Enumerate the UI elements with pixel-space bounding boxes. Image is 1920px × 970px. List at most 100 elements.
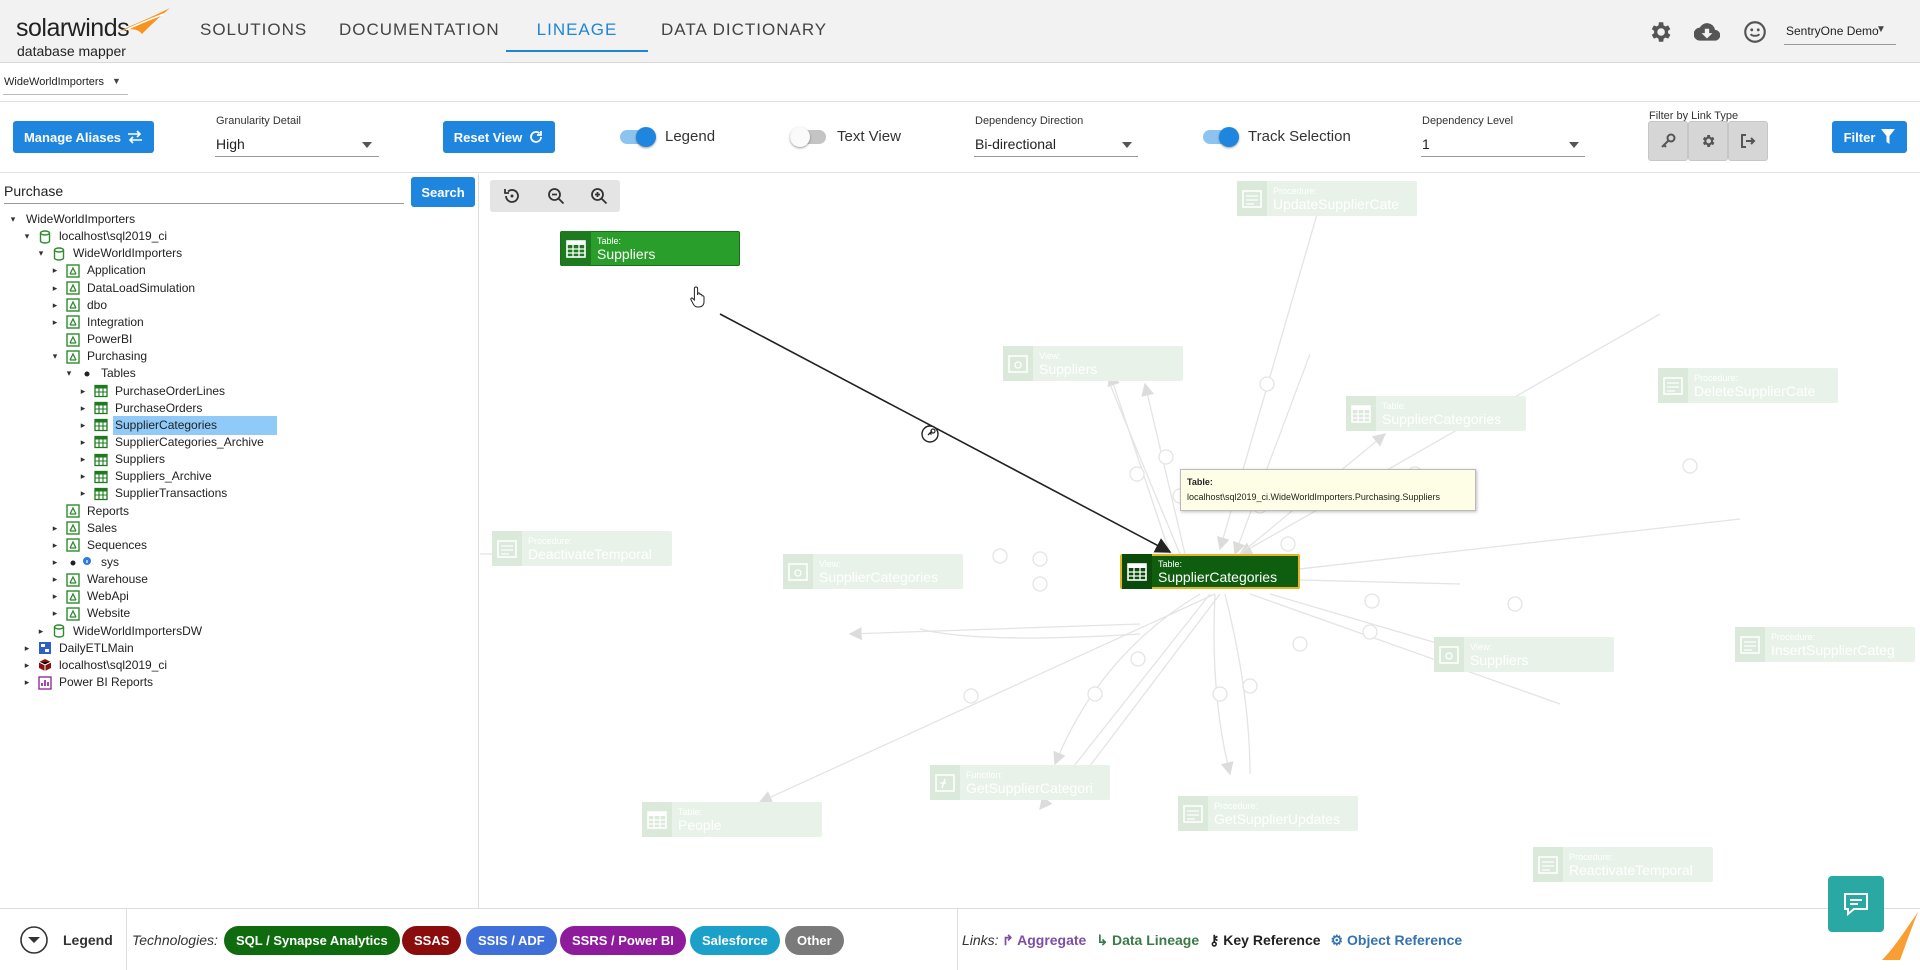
text-view-toggle[interactable]	[790, 127, 826, 147]
caret-closed-icon[interactable]: ▸	[78, 471, 88, 482]
node-insert-supplier-cat[interactable]: Procedure: InsertSupplierCateg	[1735, 627, 1915, 662]
node-get-supplier-categ[interactable]: Function: GetSupplierCategori	[930, 765, 1110, 800]
chevron-down-icon[interactable]: ▼	[1876, 24, 1886, 35]
caret-closed-icon[interactable]: ▸	[78, 420, 88, 430]
solarwinds-logo[interactable]: solarwinds database mapper	[16, 8, 170, 59]
filter-key-reference-button[interactable]	[1648, 121, 1688, 161]
filter-button[interactable]: Filter	[1832, 121, 1907, 153]
db-green-icon	[38, 229, 52, 244]
caret-open-icon[interactable]: ▾	[64, 368, 74, 379]
caret-closed-icon[interactable]: ▸	[50, 540, 60, 550]
caret-open-icon[interactable]: ▾	[22, 231, 32, 242]
dependency-direction-select[interactable]: Bi-directional	[975, 136, 1056, 152]
view-icon	[1434, 637, 1464, 672]
caret-closed-icon[interactable]: ▸	[50, 523, 60, 533]
technology-pill[interactable]: SQL / Synapse Analytics	[224, 926, 400, 955]
node-update-supplier-cat[interactable]: Procedure: UpdateSupplierCate	[1237, 181, 1417, 216]
nav-data-dictionary[interactable]: DATA DICTIONARY	[661, 20, 827, 52]
faded-edges	[480, 203, 1741, 811]
node-kind: Table:	[678, 806, 703, 817]
caret-open-icon[interactable]: ▾	[36, 248, 46, 259]
node-view-suppliers-2[interactable]: View: Suppliers	[1434, 637, 1614, 672]
filter-data-lineage-button[interactable]	[1728, 121, 1768, 161]
node-view-supplier-categories[interactable]: View: SupplierCategories	[783, 554, 963, 589]
node-supplier-categories-table[interactable]: Table: SupplierCategories	[1120, 554, 1300, 589]
chevron-down-icon[interactable]: ▼	[112, 76, 121, 86]
caret-closed-icon[interactable]: ▸	[22, 677, 32, 688]
caret-closed-icon[interactable]: ▸	[50, 591, 60, 602]
caret-closed-icon[interactable]: ▸	[50, 608, 60, 619]
dependency-level-select[interactable]: 1	[1422, 136, 1430, 152]
manage-aliases-button[interactable]: Manage Aliases	[13, 121, 154, 153]
search-button[interactable]: Search	[411, 177, 475, 207]
caret-closed-icon[interactable]: ▸	[36, 626, 46, 636]
caret-closed-icon[interactable]: ▸	[22, 643, 32, 653]
nav-solutions[interactable]: SOLUTIONS	[200, 20, 307, 52]
node-kind: Table:	[1382, 400, 1407, 411]
text-view-toggle-label: Text View	[837, 128, 901, 145]
lineage-canvas[interactable]: Table: Suppliers Table: SupplierCategories P…	[480, 174, 1920, 908]
schema-icon	[66, 264, 80, 278]
technology-pill[interactable]: SSRS / Power BI	[560, 926, 686, 955]
key-icon: ⚷	[1209, 932, 1224, 948]
granularity-select[interactable]: High	[216, 136, 245, 152]
node-view-suppliers[interactable]: View: Suppliers	[1003, 346, 1183, 381]
node-delete-supplier-cat[interactable]: Procedure: DeleteSupplierCate	[1658, 368, 1838, 403]
node-table-supplier-categories-2[interactable]: Table: SupplierCategories	[1346, 396, 1526, 431]
technology-pill[interactable]: Salesforce	[690, 926, 780, 955]
node-deactivate-temporal[interactable]: Procedure: DeactivateTemporal	[492, 531, 672, 566]
chat-button[interactable]	[1828, 876, 1884, 932]
technology-pill[interactable]: Other	[785, 926, 844, 955]
technology-pill[interactable]: SSIS / ADF	[466, 926, 557, 955]
node-get-supplier-updates[interactable]: Procedure: GetSupplierUpdates	[1178, 796, 1358, 831]
nav-lineage[interactable]: LINEAGE	[506, 20, 648, 52]
track-selection-toggle[interactable]	[1203, 127, 1239, 147]
cloud-download-icon[interactable]	[1694, 19, 1720, 45]
caret-closed-icon[interactable]: ▸	[78, 386, 88, 396]
filter-object-reference-button[interactable]	[1688, 121, 1728, 161]
caret-open-icon[interactable]: ▾	[50, 351, 60, 362]
node-kind: Procedure:	[528, 535, 573, 546]
chevron-down-icon[interactable]	[1122, 142, 1132, 148]
technology-pill[interactable]: SSAS	[402, 926, 462, 955]
caret-closed-icon[interactable]: ▸	[50, 283, 60, 293]
smiley-icon[interactable]	[1742, 19, 1768, 45]
database-selector[interactable]: WideWorldImporters	[4, 76, 104, 88]
aggregate-icon: ↱	[1002, 932, 1018, 948]
caret-closed-icon[interactable]: ▸	[50, 300, 60, 310]
caret-closed-icon[interactable]: ▸	[78, 403, 88, 413]
caret-closed-icon[interactable]: ▸	[78, 488, 88, 499]
lineage-icon: ↳	[1096, 932, 1112, 948]
reset-view-button[interactable]: Reset View	[443, 121, 555, 153]
caret-closed-icon[interactable]: ▸	[50, 574, 60, 585]
search-input[interactable]	[4, 179, 404, 204]
legend-toggle[interactable]	[620, 127, 656, 147]
database-bar: WideWorldImporters ▼	[0, 64, 1920, 102]
caret-closed-icon[interactable]: ▸	[50, 557, 60, 568]
collapse-legend-icon[interactable]	[19, 925, 49, 955]
user-menu[interactable]: SentryOne Demo	[1786, 24, 1879, 38]
legend-toggle-text: Legend	[63, 932, 113, 948]
node-reactivate-temporal[interactable]: Procedure: ReactivateTemporal	[1533, 847, 1713, 882]
node-text: View: SupplierCategories	[813, 559, 938, 585]
caret-closed-icon[interactable]: ▸	[22, 660, 32, 670]
caret-closed-icon[interactable]: ▸	[78, 454, 88, 465]
table-icon	[94, 384, 108, 398]
caret-closed-icon[interactable]: ▸	[50, 317, 60, 327]
chevron-down-icon[interactable]	[1569, 142, 1579, 148]
nav-documentation[interactable]: DOCUMENTATION	[339, 20, 500, 52]
key-reference-marker[interactable]	[921, 425, 939, 443]
table-icon	[94, 453, 108, 467]
gear-icon[interactable]	[1647, 19, 1673, 45]
caret-open-icon[interactable]: ▾	[8, 214, 18, 225]
proc-icon	[1533, 847, 1563, 882]
caret-closed-icon[interactable]: ▸	[50, 265, 60, 276]
chevron-down-icon[interactable]	[362, 142, 372, 148]
tree-node[interactable]: ▸ Power BI Reports	[0, 672, 479, 693]
caret-closed-icon[interactable]: ▸	[78, 437, 88, 447]
logo-subtitle: database mapper	[17, 43, 126, 59]
lineage-toolbar: Manage Aliases Granularity Detail High R…	[0, 103, 1920, 173]
node-table-people[interactable]: Table: People	[642, 802, 822, 837]
dependency-direction-underline	[974, 156, 1138, 157]
node-suppliers-table[interactable]: Table: Suppliers	[560, 231, 740, 266]
